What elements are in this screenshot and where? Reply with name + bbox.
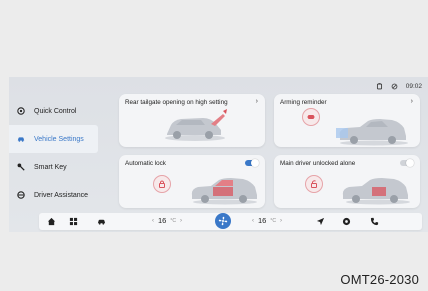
sidebar-item-label: Quick Control bbox=[34, 107, 77, 115]
car-tailgate-illustration bbox=[165, 109, 227, 141]
left-temperature[interactable]: ‹ 16 °C › bbox=[152, 216, 182, 225]
bottom-dock: ‹ 16 °C › ‹ 16 °C › bbox=[39, 213, 422, 230]
left-temp-value: 16 bbox=[158, 216, 167, 225]
automatic-lock-toggle[interactable] bbox=[245, 159, 259, 167]
right-temperature[interactable]: ‹ 16 °C › bbox=[252, 216, 282, 225]
temp-increase-icon[interactable]: › bbox=[180, 218, 182, 224]
home-icon[interactable] bbox=[47, 217, 56, 226]
card-title: Main driver unlocked alone bbox=[280, 160, 356, 167]
navigation-icon[interactable] bbox=[316, 217, 325, 226]
fan-button[interactable] bbox=[215, 213, 231, 229]
card-title: Arming reminder bbox=[280, 99, 327, 106]
sidebar-item-vehicle-settings[interactable]: Vehicle Settings bbox=[9, 125, 98, 153]
car-illustration bbox=[191, 178, 257, 205]
card-automatic-lock[interactable]: Automatic lock bbox=[119, 155, 265, 208]
card-title: Rear tailgate opening on high setting bbox=[125, 99, 228, 106]
card-arming-reminder[interactable]: Arming reminder › bbox=[274, 94, 420, 147]
alarm-icon bbox=[302, 108, 320, 126]
signal-icon bbox=[391, 83, 398, 89]
car-icon[interactable] bbox=[97, 217, 106, 226]
temp-unit: °C bbox=[270, 217, 276, 224]
apps-icon[interactable] bbox=[69, 217, 78, 226]
figure-code: OMT26-2030 bbox=[340, 272, 419, 287]
right-temp-value: 16 bbox=[258, 216, 267, 225]
toggle-knob bbox=[251, 159, 259, 167]
chevron-right-icon: › bbox=[255, 98, 258, 105]
media-icon[interactable] bbox=[342, 217, 351, 226]
sidebar-item-label: Smart Key bbox=[34, 163, 67, 171]
car-illustration bbox=[342, 178, 410, 205]
temp-unit: °C bbox=[170, 217, 176, 224]
clock: 09:02 bbox=[405, 82, 422, 90]
sidebar-item-quick-control[interactable]: Quick Control bbox=[9, 97, 119, 125]
temp-increase-icon[interactable]: › bbox=[280, 218, 282, 224]
car-illustration bbox=[336, 119, 408, 146]
card-tailgate[interactable]: Rear tailgate opening on high setting › bbox=[119, 94, 265, 147]
sidebar: Quick Control Vehicle Settings Smart Key… bbox=[9, 97, 119, 209]
temp-decrease-icon[interactable]: ‹ bbox=[152, 218, 154, 224]
phone-icon[interactable] bbox=[370, 217, 379, 226]
sidebar-item-smart-key[interactable]: Smart Key bbox=[9, 153, 119, 181]
card-main-driver-unlock[interactable]: Main driver unlocked alone bbox=[274, 155, 420, 208]
car-icon bbox=[17, 137, 25, 142]
battery-icon bbox=[376, 82, 382, 89]
lock-icon bbox=[153, 175, 171, 193]
status-bar: 09:02 bbox=[376, 81, 422, 91]
unlock-icon bbox=[305, 175, 323, 193]
main-driver-unlock-toggle[interactable] bbox=[400, 159, 414, 167]
sidebar-item-label: Vehicle Settings bbox=[34, 135, 84, 143]
chevron-right-icon: › bbox=[410, 98, 413, 105]
temp-decrease-icon[interactable]: ‹ bbox=[252, 218, 254, 224]
steering-wheel-icon bbox=[17, 107, 25, 115]
key-icon bbox=[17, 163, 25, 171]
infotainment-screen: 09:02 Quick Control Vehicle Settings Sma… bbox=[9, 77, 428, 232]
steering-icon bbox=[17, 191, 25, 199]
sidebar-item-driver-assistance[interactable]: Driver Assistance bbox=[9, 181, 119, 209]
card-title: Automatic lock bbox=[125, 160, 166, 167]
sidebar-item-label: Driver Assistance bbox=[34, 191, 89, 199]
toggle-knob bbox=[406, 159, 414, 167]
fan-icon bbox=[218, 216, 228, 226]
